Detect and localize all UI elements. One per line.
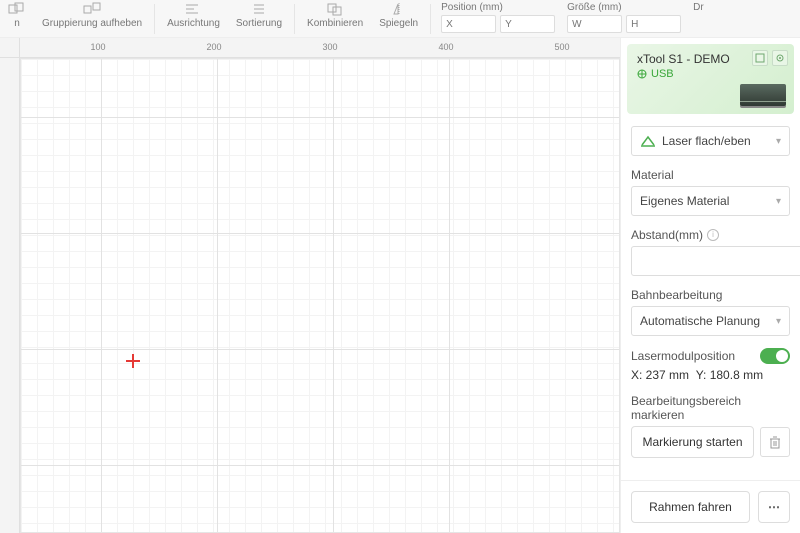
align-button[interactable]: Ausrichtung <box>159 2 228 36</box>
ruler-horizontal[interactable]: 100 200 300 400 500 <box>20 38 620 58</box>
size-label: Größe (mm) <box>567 2 681 13</box>
laser-mode-value: Laser flach/eben <box>662 134 751 148</box>
laser-mode-select[interactable]: Laser flach/eben ▾ <box>631 126 790 156</box>
modulepos-x: X: 237 mm <box>631 368 689 382</box>
device-image <box>740 84 786 106</box>
device-card[interactable]: xTool S1 - DEMO USB <box>627 44 794 114</box>
modulepos-y: Y: 180.8 mm <box>696 368 763 382</box>
path-select[interactable]: Automatische Planung ▾ <box>631 306 790 336</box>
ellipsis-icon: ⋯ <box>768 500 780 514</box>
ruler-tick: 500 <box>554 42 569 52</box>
canvas[interactable] <box>20 58 620 533</box>
material-select[interactable]: Eigenes Material ▾ <box>631 186 790 216</box>
rotation-group: Dr <box>687 2 710 15</box>
group-label: n <box>14 18 20 29</box>
canvas-area: 100 200 300 400 500 <box>0 38 620 533</box>
material-label: Material <box>631 168 790 182</box>
position-label: Position (mm) <box>441 2 555 13</box>
bottom-bar: Rahmen fahren ⋯ <box>621 480 800 533</box>
ruler-tick: 400 <box>438 42 453 52</box>
position-y-input[interactable] <box>500 15 555 33</box>
more-button[interactable]: ⋯ <box>758 491 790 523</box>
ungroup-icon <box>83 2 101 16</box>
toolbar-separator <box>294 4 295 34</box>
usb-label: USB <box>651 68 674 80</box>
modulepos-coords: X: 237 mm Y: 180.8 mm <box>631 368 790 382</box>
group-button[interactable]: n <box>0 2 34 36</box>
distance-row <box>631 246 790 276</box>
markarea-label: Bearbeitungsbereich markieren <box>631 394 790 422</box>
sort-label: Sortierung <box>236 18 282 29</box>
align-icon <box>184 2 202 16</box>
size-w-input[interactable] <box>567 15 622 33</box>
markarea-row: Markierung starten <box>631 426 790 458</box>
ruler-corner <box>0 38 20 58</box>
laser-flat-icon <box>640 135 656 147</box>
ruler-vertical[interactable] <box>0 58 20 533</box>
combine-icon <box>326 2 344 16</box>
device-settings-button[interactable] <box>772 50 788 66</box>
distance-input[interactable] <box>631 246 800 276</box>
combine-button[interactable]: Kombinieren <box>299 2 371 36</box>
chevron-down-icon: ▾ <box>776 316 781 327</box>
distance-label: Abstand(mm) i <box>631 228 790 242</box>
mirror-icon <box>390 2 408 16</box>
usb-icon <box>637 69 647 79</box>
info-icon[interactable]: i <box>707 229 719 241</box>
delete-mark-button[interactable] <box>760 427 790 457</box>
material-value: Eigenes Material <box>640 194 729 208</box>
chevron-down-icon: ▾ <box>776 136 781 147</box>
position-group: Position (mm) <box>435 2 561 33</box>
size-h-input[interactable] <box>626 15 681 33</box>
position-x-input[interactable] <box>441 15 496 33</box>
path-label: Bahnbearbeitung <box>631 288 790 302</box>
side-panel: xTool S1 - DEMO USB Laser flach/eben ▾ M… <box>620 38 800 533</box>
ruler-tick: 100 <box>90 42 105 52</box>
modulepos-toggle[interactable] <box>760 348 790 364</box>
sort-icon <box>250 2 268 16</box>
combine-label: Kombinieren <box>307 18 363 29</box>
toolbar-separator <box>430 4 431 34</box>
ruler-tick: 300 <box>322 42 337 52</box>
modulepos-label: Lasermodulposition <box>631 349 735 363</box>
trash-icon <box>768 435 782 449</box>
device-connection: USB <box>637 68 784 80</box>
frame-run-button[interactable]: Rahmen fahren <box>631 491 750 523</box>
toolbar-separator <box>154 4 155 34</box>
rotation-label: Dr <box>693 2 704 13</box>
group-icon <box>8 2 26 16</box>
top-toolbar: n Gruppierung aufheben Ausrichtung Sorti… <box>0 0 800 38</box>
mirror-label: Spiegeln <box>379 18 418 29</box>
path-value: Automatische Planung <box>640 314 760 328</box>
chevron-down-icon: ▾ <box>776 196 781 207</box>
size-group: Größe (mm) <box>561 2 687 33</box>
ruler-tick: 200 <box>206 42 221 52</box>
align-label: Ausrichtung <box>167 18 220 29</box>
mirror-button[interactable]: Spiegeln <box>371 2 426 36</box>
mark-start-button[interactable]: Markierung starten <box>631 426 754 458</box>
ungroup-button[interactable]: Gruppierung aufheben <box>34 2 150 36</box>
device-pin-button[interactable] <box>752 50 768 66</box>
ungroup-label: Gruppierung aufheben <box>42 18 142 29</box>
sort-button[interactable]: Sortierung <box>228 2 290 36</box>
workspace: 100 200 300 400 500 <box>0 38 800 533</box>
